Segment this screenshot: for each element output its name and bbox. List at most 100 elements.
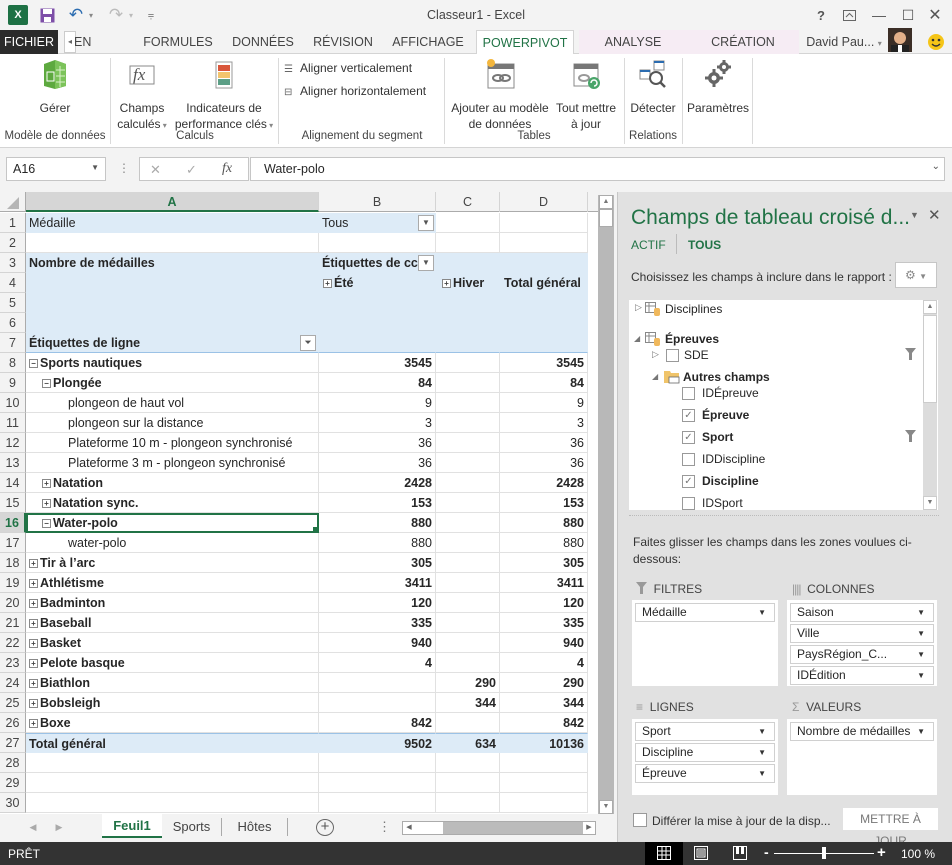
row-header[interactable]: 19 <box>0 573 26 593</box>
value-cell[interactable]: 335 <box>500 613 588 633</box>
cell[interactable] <box>436 773 500 793</box>
value-cell[interactable]: 880 <box>319 533 436 553</box>
tools-button[interactable]: ⚙ ▼ <box>895 262 937 288</box>
page-break-view-button[interactable] <box>733 846 747 863</box>
value-cell[interactable]: 4 <box>319 653 436 673</box>
row-label-cell[interactable]: + Basket <box>26 633 319 653</box>
tab-actif[interactable]: ACTIF <box>631 238 666 252</box>
field-checkbox[interactable]: ✓ <box>682 431 695 444</box>
value-cell[interactable]: 153 <box>500 493 588 513</box>
zone-item-dropdown-icon[interactable]: ▼ <box>758 604 766 621</box>
worksheet-grid[interactable]: A B C D 1 Médaille Tous ▼ 2 3 Nombre de médail… <box>0 192 600 814</box>
expand-toggle-icon[interactable]: + <box>29 579 38 588</box>
horizontal-scroll-thumb[interactable] <box>415 822 443 834</box>
value-cell[interactable]: 2428 <box>319 473 436 493</box>
row-label-cell[interactable]: + Pelote basque <box>26 653 319 673</box>
expand-toggle-icon[interactable]: + <box>29 679 38 688</box>
expand-toggle-icon[interactable]: + <box>29 719 38 728</box>
ribbon-display-button[interactable] <box>836 4 862 26</box>
cell[interactable] <box>500 253 588 273</box>
expand-icon[interactable]: ▷ <box>635 302 642 313</box>
update-button[interactable]: METTRE À JOUR <box>843 808 938 848</box>
zone-item-dropdown-icon[interactable]: ▼ <box>917 723 925 740</box>
value-cell[interactable] <box>436 653 500 673</box>
value-cell[interactable]: 305 <box>500 553 588 573</box>
value-cell[interactable]: 3 <box>319 413 436 433</box>
row-label-cell[interactable]: + Athlétisme <box>26 573 319 593</box>
value-cell[interactable]: 9 <box>319 393 436 413</box>
collapse-icon[interactable]: ◢ <box>652 372 658 381</box>
tab-formulas[interactable]: FORMULES <box>140 30 216 54</box>
value-cell[interactable]: 880 <box>500 533 588 553</box>
cell[interactable] <box>436 293 500 313</box>
pivot-filter-label[interactable]: Médaille <box>26 213 319 233</box>
cell[interactable] <box>500 753 588 773</box>
collapse-toggle-icon[interactable]: − <box>29 359 38 368</box>
cell[interactable] <box>26 793 319 813</box>
align-vertical-button[interactable]: ☰ Aligner verticalement <box>284 60 412 78</box>
name-box-dropdown-icon[interactable]: ▼ <box>91 163 99 172</box>
expand-toggle-icon[interactable]: + <box>29 619 38 628</box>
field-table-epreuves[interactable]: Épreuves <box>665 332 719 346</box>
field-checkbox[interactable] <box>682 453 695 466</box>
value-cell[interactable]: 36 <box>319 453 436 473</box>
sheet-tab-sports[interactable]: Sports <box>162 818 222 836</box>
value-cell[interactable]: 36 <box>500 433 588 453</box>
pane-close-icon[interactable]: ✕ <box>928 206 941 224</box>
row-header[interactable]: 3 <box>0 253 26 273</box>
insert-function-icon[interactable]: fx <box>222 161 232 177</box>
cell[interactable] <box>319 773 436 793</box>
value-cell[interactable]: 9 <box>500 393 588 413</box>
cell[interactable] <box>500 213 588 233</box>
cell[interactable] <box>436 253 500 273</box>
select-all-corner[interactable] <box>0 192 26 212</box>
scroll-left-icon[interactable]: ◀ <box>403 822 415 834</box>
field-item[interactable]: Épreuve <box>702 408 749 422</box>
value-cell[interactable]: 880 <box>319 513 436 533</box>
field-list-scroll-thumb[interactable] <box>923 315 937 403</box>
normal-view-button[interactable] <box>645 842 683 865</box>
cell[interactable] <box>500 333 588 353</box>
row-header[interactable]: 12 <box>0 433 26 453</box>
value-field-header[interactable]: Nombre de médailles <box>26 253 319 273</box>
row-header[interactable]: 26 <box>0 713 26 733</box>
values-zone-item[interactable]: Nombre de médailles ▼ <box>790 722 934 741</box>
value-cell[interactable] <box>436 493 500 513</box>
formula-input[interactable]: Water-polo ⌄ <box>250 157 945 181</box>
columns-zone-item[interactable]: IDÉdition ▼ <box>790 666 934 685</box>
filters-zone-item[interactable]: Médaille ▼ <box>635 603 775 622</box>
zoom-in-button[interactable]: + <box>877 844 886 861</box>
row-label-cell[interactable]: + Biathlon <box>26 673 319 693</box>
row-header[interactable]: 24 <box>0 673 26 693</box>
zone-item-dropdown-icon[interactable]: ▼ <box>758 765 766 782</box>
cell[interactable] <box>436 213 500 233</box>
column-header-b[interactable]: B <box>319 192 436 212</box>
formula-bar-grip-icon[interactable]: ⋮ <box>118 161 130 175</box>
tab-data[interactable]: DONNÉES <box>228 30 298 54</box>
value-cell[interactable]: 120 <box>319 593 436 613</box>
value-cell[interactable]: 305 <box>319 553 436 573</box>
help-button[interactable]: ? <box>808 4 834 26</box>
row-header[interactable]: 17 <box>0 533 26 553</box>
zone-item-dropdown-icon[interactable]: ▼ <box>758 723 766 740</box>
expand-toggle-icon[interactable]: + <box>29 559 38 568</box>
cell[interactable] <box>500 293 588 313</box>
value-cell[interactable]: 3411 <box>319 573 436 593</box>
values-zone[interactable]: Nombre de médailles ▼ <box>787 719 937 795</box>
defer-update-checkbox[interactable] <box>633 813 647 827</box>
value-cell[interactable] <box>319 673 436 693</box>
rows-zone-item[interactable]: Épreuve ▼ <box>635 764 775 783</box>
cell[interactable]: + Hiver <box>436 273 500 293</box>
row-label-cell[interactable]: water-polo <box>26 533 319 553</box>
field-checkbox[interactable] <box>682 387 695 400</box>
zone-item-dropdown-icon[interactable]: ▼ <box>917 625 925 642</box>
row-label-cell[interactable]: + Natation <box>26 473 319 493</box>
settings-button[interactable]: Paramètres <box>684 58 752 116</box>
row-label-cell[interactable]: + Baseball <box>26 613 319 633</box>
row-header[interactable]: 28 <box>0 753 26 773</box>
field-list-scrollbar[interactable]: ▲ ▼ <box>923 300 937 510</box>
collapse-toggle-icon[interactable]: − <box>42 379 51 388</box>
filters-zone[interactable]: Médaille ▼ <box>632 600 778 686</box>
expand-toggle-icon[interactable]: + <box>442 279 451 288</box>
pane-options-dropdown-icon[interactable]: ▼ <box>910 210 919 220</box>
